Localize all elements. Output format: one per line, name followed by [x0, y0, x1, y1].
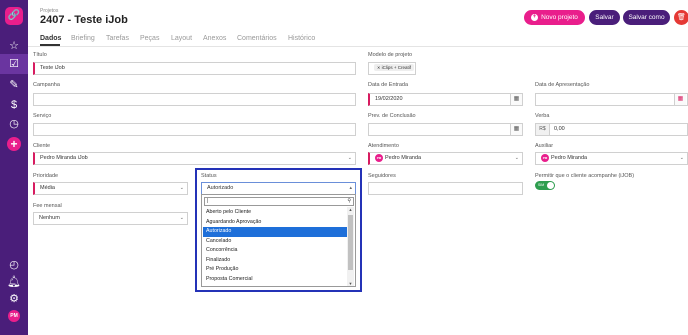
- status-dropdown: | ⚲ Aberto pelo Cliente Aguardando Aprova…: [201, 194, 356, 287]
- clock-icon[interactable]: ◷: [6, 116, 22, 132]
- fee-label: Fee mensal: [33, 203, 62, 209]
- status-option[interactable]: Aguardando Aprovação: [203, 218, 348, 228]
- modelo-chip[interactable]: ✕ iClips + Creatif: [374, 64, 415, 72]
- scrollbar-thumb[interactable]: [348, 215, 353, 270]
- status-option[interactable]: Cancelado: [203, 237, 348, 247]
- atendimento-value: Pedro Miranda: [385, 155, 422, 161]
- atendimento-label: Atendimento: [368, 143, 399, 149]
- titulo-label: Título: [33, 52, 47, 58]
- add-icon[interactable]: +: [7, 137, 21, 151]
- verba-input[interactable]: R$ 0,00: [535, 123, 688, 136]
- tab-historico[interactable]: Histórico: [288, 35, 315, 42]
- currency-prefix: R$: [536, 124, 550, 135]
- projects-nav-item[interactable]: ☑: [0, 54, 28, 74]
- chevron-down-icon: ⌄: [514, 155, 519, 161]
- status-search-input[interactable]: | ⚲: [204, 197, 354, 206]
- clipboard-icon: ☑: [9, 58, 19, 70]
- page-title: 2407 - Teste iJob: [40, 14, 128, 26]
- toggle-knob: [547, 182, 554, 189]
- permitir-label: Permitir que o cliente acompanhe (iJOB): [535, 173, 635, 179]
- status-option[interactable]: Pré Produção: [203, 265, 348, 275]
- titulo-input[interactable]: Teste iJob: [33, 62, 356, 75]
- history-icon[interactable]: ◴: [6, 257, 22, 273]
- tab-tarefas[interactable]: Tarefas: [106, 35, 129, 42]
- cliente-select[interactable]: Pedro Miranda iJob ⌄: [33, 152, 356, 165]
- servico-input[interactable]: [33, 123, 356, 136]
- new-project-label: Novo projeto: [541, 14, 578, 21]
- tab-anexos[interactable]: Anexos: [203, 35, 226, 42]
- user-avatar[interactable]: PM: [8, 310, 20, 322]
- seguidores-label: Seguidores: [368, 173, 396, 179]
- auxiliar-label: Auxiliar: [535, 143, 554, 149]
- fee-value: Nenhum: [39, 215, 60, 221]
- prioridade-label: Prioridade: [33, 173, 59, 179]
- status-option[interactable]: Proposta Comercial: [203, 275, 348, 285]
- status-option-selected[interactable]: Autorizado: [203, 227, 348, 237]
- scroll-up-icon[interactable]: ▲: [347, 207, 354, 212]
- status-option[interactable]: Concorrência: [203, 246, 348, 256]
- trash-icon: 🗑︎: [677, 14, 686, 21]
- data-entrada-label: Data de Entrada: [368, 82, 409, 88]
- data-apresentacao-input[interactable]: ▦: [535, 93, 688, 106]
- status-option[interactable]: Aberto pelo Cliente: [203, 208, 348, 218]
- data-entrada-input[interactable]: 19/02/2020 ▦: [368, 93, 523, 106]
- scroll-down-icon[interactable]: ▼: [347, 281, 354, 286]
- modelo-chip-label: iClips + Creatif: [381, 65, 412, 71]
- verba-value: 0,00: [554, 126, 565, 132]
- toggle-label: SIM: [538, 183, 545, 187]
- plus-icon: +: [531, 13, 539, 21]
- save-button[interactable]: Salvar: [589, 10, 620, 25]
- save-as-button[interactable]: Salvar como: [623, 10, 670, 25]
- scrollbar[interactable]: ▲ ▼: [347, 207, 354, 286]
- modelo-label: Modelo de projeto: [368, 52, 413, 58]
- data-entrada-value: 19/02/2020: [375, 96, 403, 102]
- sidebar: 🔗 ☆ ☑ ✎ $ ◷ + ◴ 🔔︎ ⚙ PM: [0, 0, 28, 335]
- modelo-select[interactable]: ✕ iClips + Creatif: [368, 62, 416, 75]
- permitir-toggle[interactable]: SIM: [535, 181, 555, 190]
- avatar: PM: [541, 153, 549, 162]
- search-icon: ⚲: [347, 198, 351, 204]
- auxiliar-select[interactable]: PM Pedro Miranda ⌄: [535, 152, 688, 165]
- chevron-down-icon: ⌄: [679, 155, 684, 161]
- tab-dados[interactable]: Dados: [40, 35, 61, 42]
- app-logo-icon[interactable]: 🔗: [5, 7, 23, 25]
- edit-icon[interactable]: ✎: [6, 77, 22, 93]
- prev-conclusao-label: Prev. de Conclusão: [368, 113, 416, 119]
- new-project-button[interactable]: + Novo projeto: [524, 10, 585, 25]
- notification-bell-icon[interactable]: 🔔︎: [6, 274, 22, 290]
- star-icon[interactable]: ☆: [6, 38, 22, 54]
- data-apresentacao-label: Data de Apresentação: [535, 82, 590, 88]
- calendar-icon[interactable]: ▦: [510, 124, 522, 135]
- avatar: PM: [375, 153, 383, 162]
- atendimento-select[interactable]: PM Pedro Miranda ⌄: [368, 152, 523, 165]
- tab-pecas[interactable]: Peças: [140, 35, 159, 42]
- fee-select[interactable]: Nenhum ⌄: [33, 212, 188, 225]
- servico-label: Serviço: [33, 113, 52, 119]
- tab-comentarios[interactable]: Comentários: [237, 35, 277, 42]
- chevron-down-icon: ⌄: [179, 215, 184, 221]
- prioridade-value: Média: [40, 185, 55, 191]
- campanha-label: Campanha: [33, 82, 60, 88]
- auxiliar-value: Pedro Miranda: [551, 155, 588, 161]
- chevron-down-icon: ⌄: [179, 185, 184, 191]
- prev-conclusao-input[interactable]: ▦: [368, 123, 523, 136]
- prioridade-select[interactable]: Média ⌄: [33, 182, 188, 195]
- seguidores-input[interactable]: [368, 182, 523, 195]
- settings-gear-icon[interactable]: ⚙: [6, 291, 22, 307]
- verba-label: Verba: [535, 113, 550, 119]
- cliente-value: Pedro Miranda iJob: [40, 155, 88, 161]
- status-option[interactable]: Finalizado: [203, 256, 348, 266]
- calendar-icon[interactable]: ▦: [674, 94, 686, 105]
- delete-button[interactable]: 🗑︎: [674, 10, 688, 25]
- calendar-icon[interactable]: ▦: [510, 94, 522, 105]
- cliente-label: Cliente: [33, 143, 51, 149]
- tab-briefing[interactable]: Briefing: [71, 35, 95, 42]
- divider: [28, 46, 688, 47]
- chevron-down-icon: ⌄: [347, 155, 352, 161]
- tab-layout[interactable]: Layout: [171, 35, 192, 42]
- dollar-icon[interactable]: $: [6, 97, 22, 113]
- campanha-input[interactable]: [33, 93, 356, 106]
